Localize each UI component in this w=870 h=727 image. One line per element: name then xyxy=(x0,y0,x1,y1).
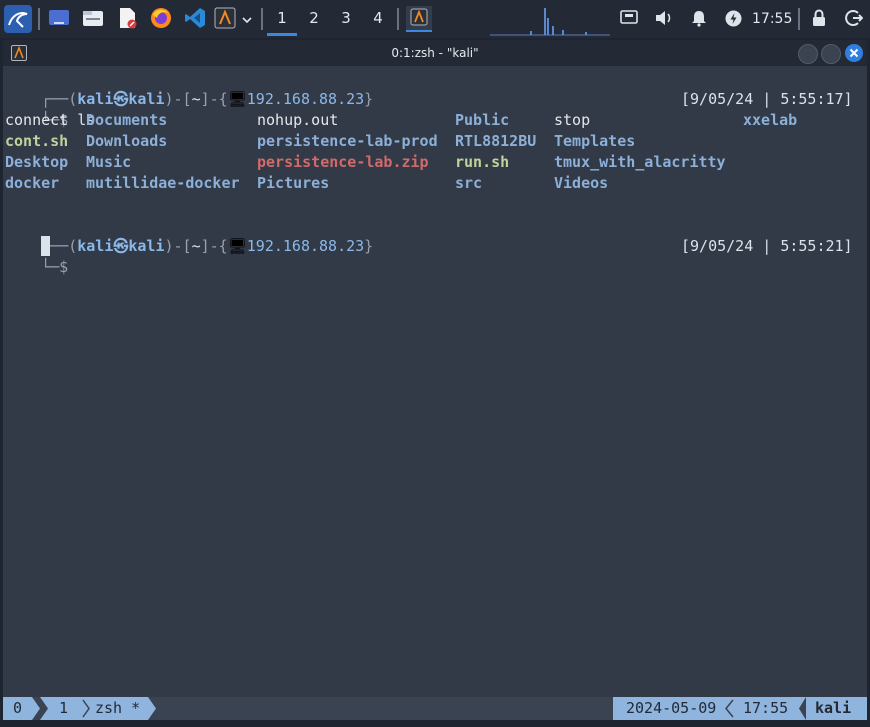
ls-entry: cont.sh xyxy=(5,132,69,150)
notification-bell-icon[interactable] xyxy=(690,9,708,27)
timestamp-2: [9/05/24 | 5:55:21] xyxy=(681,237,853,255)
file-manager-icon[interactable] xyxy=(82,7,104,29)
ls-entry: Templates xyxy=(554,132,636,150)
ls-entry: Pictures xyxy=(257,174,330,192)
ls-entry: docker xyxy=(5,174,60,192)
ls-entry: Desktop xyxy=(5,153,69,171)
panel-separator xyxy=(798,8,800,30)
screen-icon[interactable] xyxy=(620,9,638,27)
tmux-date: 2024-05-09 xyxy=(626,699,717,717)
terminal-pane[interactable]: ┌──(kali㉿kali)-[~]-{🖥192.168.88.23} └─$ … xyxy=(3,66,867,697)
ls-entry: xxelab xyxy=(743,111,798,129)
terminal-icon[interactable] xyxy=(214,7,236,29)
monitor-icon: 🖥 xyxy=(227,90,247,108)
panel-separator xyxy=(397,8,399,30)
tmux-window-name[interactable]: zsh * xyxy=(95,697,140,720)
minimize-button[interactable] xyxy=(798,44,818,64)
prompt-user: kali㉿kali xyxy=(77,237,165,255)
ls-entry: connect xyxy=(5,111,69,129)
tmux-window-index[interactable]: 1 xyxy=(59,697,68,720)
ls-entry: Videos xyxy=(554,174,609,192)
vscode-icon[interactable] xyxy=(184,7,206,29)
ls-entry: RTL8812BU xyxy=(455,132,537,150)
ls-entry: src xyxy=(455,174,483,192)
prompt-line-1: ┌──(kali㉿kali)-[~]-{🖥192.168.88.23} xyxy=(41,90,374,108)
maximize-button[interactable] xyxy=(821,44,841,64)
prompt-ip: 192.168.88.23 xyxy=(246,237,365,255)
prompt-ip: 192.168.88.23 xyxy=(246,90,365,108)
workspace-4[interactable]: 4 xyxy=(363,0,393,36)
tmux-time: 17:55 xyxy=(743,699,789,717)
volume-icon[interactable] xyxy=(654,9,674,27)
top-panel: 1 2 3 4 17:55 xyxy=(0,0,870,38)
window-titlebar[interactable]: 0:1:zsh - "kali" xyxy=(3,40,867,66)
power-manager-icon[interactable] xyxy=(725,10,742,27)
prompt-cwd: ~ xyxy=(191,90,201,108)
close-button[interactable] xyxy=(845,44,863,62)
prompt-cwd: ~ xyxy=(191,237,201,255)
panel-clock[interactable]: 17:55 xyxy=(752,0,792,38)
command-line-1: └─$ ls xyxy=(41,111,96,129)
chevron-down-icon[interactable] xyxy=(240,12,254,26)
ls-entry: Documents xyxy=(86,111,168,129)
tmux-session[interactable]: 0 xyxy=(13,697,22,720)
workspace-3[interactable]: 3 xyxy=(331,0,361,36)
firefox-icon[interactable] xyxy=(150,7,172,29)
ls-entry: persistence-lab-prod xyxy=(257,132,438,150)
tmux-host: kali xyxy=(815,699,852,717)
ls-entry: mutillidae-docker xyxy=(86,174,240,192)
ls-entry: Downloads xyxy=(86,132,168,150)
monitor-icon: 🖥 xyxy=(227,237,247,255)
taskbar-terminal-icon[interactable] xyxy=(406,6,432,32)
ls-entry: persistence-lab.zip xyxy=(257,153,429,171)
tmux-status-bar: 0 1 zsh * 2024-05-09 17:55 kali xyxy=(3,697,867,720)
ls-entry: tmux_with_alacritty xyxy=(554,153,726,171)
ls-entry: nohup.out xyxy=(257,111,339,129)
workspace-1[interactable]: 1 xyxy=(267,0,297,36)
desktop-icon[interactable] xyxy=(48,7,70,29)
cpu-graph xyxy=(490,4,610,36)
close-icon xyxy=(849,48,859,58)
ls-entry: Public xyxy=(455,111,510,129)
timestamp-1: [9/05/24 | 5:55:17] xyxy=(681,90,853,108)
workspace-2[interactable]: 2 xyxy=(299,0,329,36)
ls-entry: Music xyxy=(86,153,132,171)
panel-separator xyxy=(261,8,263,30)
text-editor-icon[interactable] xyxy=(116,7,138,29)
ls-entry: stop xyxy=(554,111,591,129)
logout-icon[interactable] xyxy=(845,9,864,27)
window-title: 0:1:zsh - "kali" xyxy=(391,46,479,60)
prompt-line-2: ┌──(kali㉿kali)-[~]-{🖥192.168.88.23} xyxy=(41,237,374,255)
kali-menu-icon[interactable] xyxy=(4,5,32,33)
panel-separator xyxy=(38,8,40,30)
lock-icon[interactable] xyxy=(811,9,827,27)
ls-entry: run.sh xyxy=(455,153,510,171)
terminal-cursor xyxy=(41,236,50,256)
